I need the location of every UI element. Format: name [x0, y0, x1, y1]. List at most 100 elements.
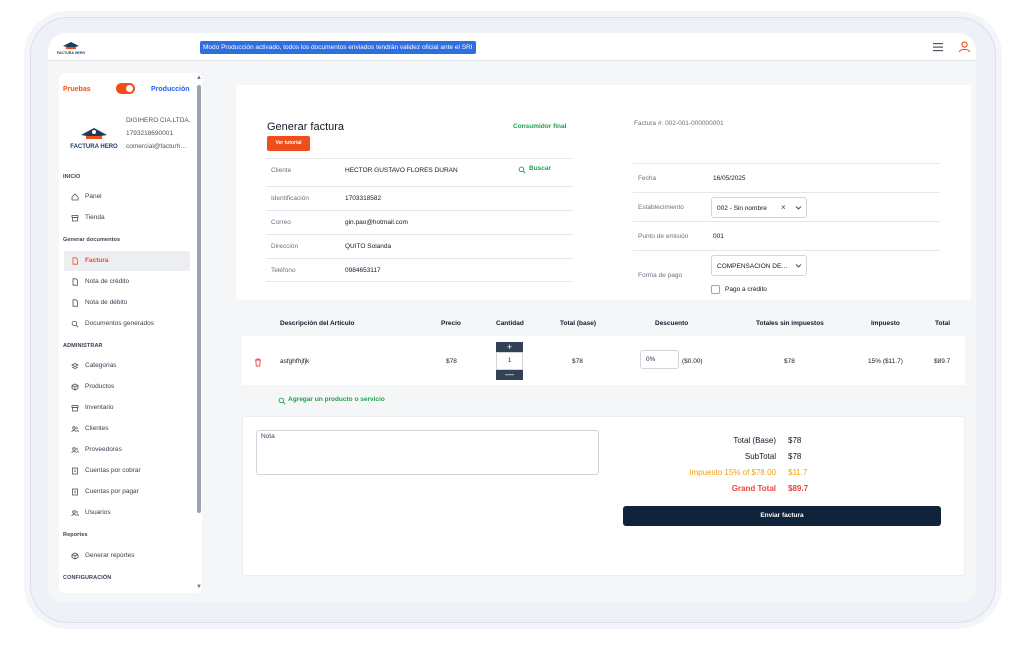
discount-input[interactable]: 0%: [640, 350, 679, 369]
sidebar-item-cuentas-pagar[interactable]: Cuentas por pagar: [64, 482, 190, 502]
sidebar-item-label: Cuentas por pagar: [85, 488, 139, 495]
header-base: Total (base): [560, 320, 596, 327]
sidebar: Pruebas Producción FACTURA HERO DIGIHERO…: [59, 73, 202, 593]
sidebar-item-inventario[interactable]: Inventario: [64, 398, 190, 418]
phone-row: Teléfono 0984653117: [266, 258, 573, 282]
document-icon: [72, 299, 78, 307]
date-label: Fecha: [638, 175, 657, 182]
sidebar-item-label: Usuarios: [85, 509, 111, 516]
tax-label: Impuesto 15% of $78.00: [689, 468, 776, 477]
search-icon: [71, 320, 79, 328]
client-value: HECTOR GUSTAVO FLORES DURAN: [345, 167, 458, 174]
establishment-select[interactable]: 002 - Sin nombre ×: [711, 197, 807, 218]
svg-text:FACTURA HERO: FACTURA HERO: [57, 51, 85, 55]
credit-payment-checkbox[interactable]: [711, 285, 720, 294]
frame-decoration: [149, 13, 190, 16]
sidebar-item-nota-credito[interactable]: Nota de crédito: [64, 272, 190, 292]
sidebar-item-label: Generar reportes: [85, 552, 135, 559]
quantity-stepper: + 1 —: [496, 342, 523, 380]
chevron-down-icon[interactable]: [795, 204, 802, 211]
frame-decoration: [101, 13, 142, 16]
header-total: Total: [935, 320, 951, 327]
sidebar-item-label: Panel: [85, 193, 102, 200]
layers-icon: [71, 363, 79, 369]
sidebar-item-factura[interactable]: Factura: [64, 251, 190, 271]
environment-toggle[interactable]: [116, 83, 135, 94]
header-discount: Descuento: [655, 320, 689, 327]
quantity-input[interactable]: 1: [496, 352, 523, 370]
search-client-button[interactable]: Buscar: [518, 165, 551, 174]
tutorial-button[interactable]: Ver tutorial: [267, 136, 310, 151]
payment-row: Forma de pago COMPENSACIÓN DE DEUDAS Pag…: [633, 250, 940, 300]
box-icon: [71, 552, 79, 560]
sidebar-item-tienda[interactable]: Tienda: [64, 208, 190, 228]
company-name: DIGIHERO CIA.LTDA.: [126, 117, 191, 124]
add-product-button[interactable]: Agregar un producto o servicio: [278, 396, 385, 405]
app-screen: FACTURA HERO Modo Producción activado, t…: [48, 33, 976, 603]
client-label: Cliente: [271, 167, 292, 174]
invoice-number: Factura #: 002-001-000000001: [634, 120, 724, 127]
sidebar-scrollbar[interactable]: ▲ ▼: [196, 75, 202, 590]
header-tax: Impuesto: [871, 320, 900, 327]
subtotal-label: SubTotal: [744, 452, 776, 461]
establishment-value: 002 - Sin nombre: [717, 205, 767, 212]
sidebar-item-nota-debito[interactable]: Nota de débito: [64, 293, 190, 313]
invoice-header-card: Generar factura Ver tutorial Consumidor …: [236, 85, 971, 300]
address-label: Dirección: [271, 243, 299, 250]
address-value: QUITO Solanda: [345, 243, 392, 250]
decrease-quantity-button[interactable]: —: [496, 370, 523, 380]
increase-quantity-button[interactable]: +: [496, 342, 523, 352]
production-mode-banner: Modo Producción activado, todos los docu…: [200, 41, 476, 54]
consumer-final-link[interactable]: Consumidor final: [513, 123, 566, 130]
sidebar-item-panel[interactable]: Panel: [64, 187, 190, 207]
sidebar-item-label: Categorias: [85, 362, 117, 369]
user-icon[interactable]: [958, 40, 971, 53]
cell-net: $78: [784, 358, 795, 365]
date-row: Fecha 16/05/2025: [633, 163, 940, 192]
sidebar-item-label: Inventario: [85, 404, 114, 411]
hamburger-menu-icon[interactable]: [932, 41, 944, 53]
cell-price: $78: [446, 358, 457, 365]
note-label: Nota: [261, 433, 275, 440]
cell-discount-amount: ($0.00): [682, 358, 703, 365]
close-icon[interactable]: ×: [781, 203, 786, 212]
payment-method-select[interactable]: COMPENSACIÓN DE DEUDAS: [711, 255, 807, 276]
id-value: 1703318582: [345, 195, 382, 202]
toggle-label-produccion: Producción: [151, 86, 190, 93]
sidebar-item-productos[interactable]: Productos: [64, 377, 190, 397]
trash-icon[interactable]: [254, 358, 262, 367]
company-email: comercial@facturhero.com: [126, 143, 190, 150]
scroll-down-arrow-icon[interactable]: ▼: [196, 584, 202, 590]
address-row: Dirección QUITO Solanda: [266, 234, 573, 258]
chevron-down-icon[interactable]: [795, 262, 802, 269]
table-row: asfghfhjfjk $78 + 1 — $78 0% ($0.00) $78…: [242, 336, 965, 385]
tax-value: $11.7: [788, 468, 808, 477]
sidebar-item-clientes[interactable]: Clientes: [64, 419, 190, 439]
sidebar-item-proveedores[interactable]: Proveedores: [64, 440, 190, 460]
frame-decoration: [26, 58, 29, 114]
sidebar-item-generar-reportes[interactable]: Generar reportes: [64, 546, 190, 566]
sidebar-item-cuentas-cobrar[interactable]: Cuentas por cobrar: [64, 461, 190, 481]
credit-payment-label: Pago a crédito: [725, 286, 767, 293]
sidebar-item-documentos-generados[interactable]: Documentos generados: [64, 314, 190, 334]
summary-card: Nota Total (Base) $78 SubTotal $78 Impue…: [242, 416, 965, 576]
scrollbar-thumb[interactable]: [197, 85, 201, 513]
factura-hero-logo: FACTURA HERO: [57, 42, 85, 55]
note-textarea[interactable]: Nota: [256, 430, 599, 475]
sidebar-item-usuarios[interactable]: Usuarios: [64, 503, 190, 523]
date-value[interactable]: 16/05/2025: [713, 175, 746, 182]
email-row: Correo gin.pao@hotmail.com: [266, 210, 573, 234]
svg-text:FACTURA HERO: FACTURA HERO: [70, 144, 118, 150]
toggle-knob: [126, 85, 133, 92]
send-invoice-button[interactable]: Enviar factura: [623, 506, 941, 526]
emission-point-row: Punto de emisión 001: [633, 221, 940, 250]
users-icon: [71, 447, 79, 454]
sidebar-item-categorias[interactable]: Categorias: [64, 356, 190, 376]
phone-value: 0984653117: [345, 267, 381, 274]
sidebar-item-label: Productos: [85, 383, 115, 390]
products-table: Descripción del Artículo Precio Cantidad…: [242, 312, 965, 385]
emission-point-value: 001: [713, 233, 724, 240]
scroll-up-arrow-icon[interactable]: ▲: [196, 75, 202, 81]
header-description: Descripción del Artículo: [280, 320, 355, 327]
total-base-value: $78: [788, 436, 802, 445]
